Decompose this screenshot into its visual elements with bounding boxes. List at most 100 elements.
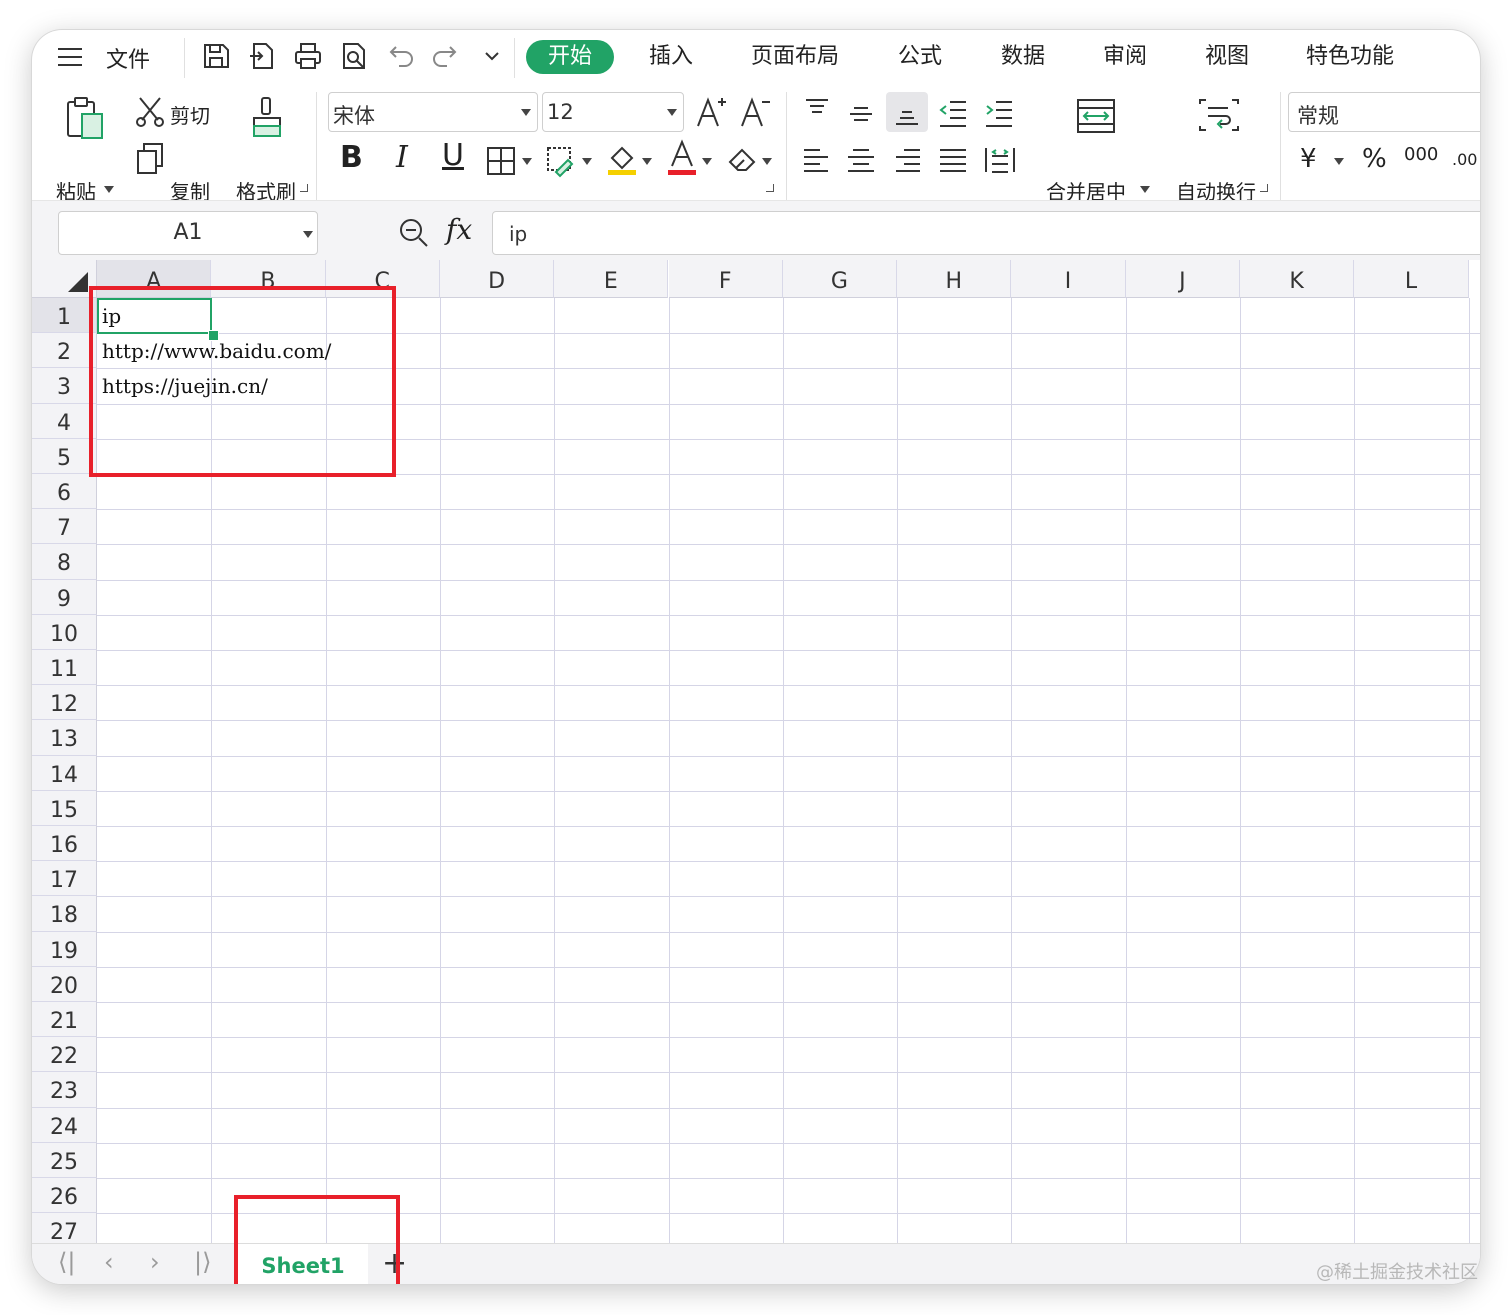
align-left-icon[interactable]	[802, 146, 832, 176]
next-sheet-icon[interactable]: ›	[150, 1248, 160, 1276]
row-header-24[interactable]: 24	[32, 1107, 97, 1143]
row-header-13[interactable]: 13	[32, 720, 97, 756]
font-color-icon[interactable]	[666, 139, 700, 176]
row-header-12[interactable]: 12	[32, 685, 97, 721]
row-header-21[interactable]: 21	[32, 1002, 97, 1038]
format-painter-icon[interactable]	[248, 96, 286, 142]
thousands-separator-button[interactable]: 000	[1404, 144, 1438, 165]
last-sheet-icon[interactable]: |⟩	[194, 1248, 211, 1276]
row-header-11[interactable]: 11	[32, 650, 97, 686]
row-header-15[interactable]: 15	[32, 790, 97, 826]
align-right-icon[interactable]	[892, 146, 922, 176]
hamburger-menu-icon[interactable]	[58, 48, 82, 66]
row-header-8[interactable]: 8	[32, 544, 97, 580]
row-header-3[interactable]: 3	[32, 368, 97, 404]
row-header-19[interactable]: 19	[32, 931, 97, 967]
merge-center-icon[interactable]	[1076, 96, 1118, 136]
borders-icon[interactable]	[486, 146, 518, 176]
number-format-select[interactable]: 常规	[1288, 92, 1480, 132]
row-header-2[interactable]: 2	[32, 333, 97, 369]
align-bottom-button[interactable]	[886, 92, 928, 132]
column-header-k[interactable]: K	[1240, 260, 1355, 298]
underline-button[interactable]: U	[442, 138, 464, 173]
currency-dropdown-icon[interactable]	[1334, 158, 1344, 165]
column-header-g[interactable]: G	[782, 260, 898, 298]
row-header-14[interactable]: 14	[32, 755, 97, 791]
row-header-22[interactable]: 22	[32, 1037, 97, 1073]
tab-data[interactable]: 数据	[1001, 40, 1045, 74]
customize-toolbar-icon[interactable]	[478, 40, 510, 72]
increase-font-size-icon[interactable]	[696, 96, 728, 130]
decrease-indent-icon[interactable]	[938, 98, 968, 128]
row-header-18[interactable]: 18	[32, 896, 97, 932]
clear-format-dropdown-icon[interactable]	[762, 158, 772, 165]
font-color-dropdown-icon[interactable]	[702, 158, 712, 165]
increase-decimal-button[interactable]: .00	[1452, 150, 1477, 169]
name-box[interactable]: A1	[58, 211, 318, 255]
print-icon[interactable]	[292, 40, 324, 72]
row-header-1[interactable]: 1	[32, 298, 97, 334]
prev-sheet-icon[interactable]: ‹	[104, 1248, 114, 1276]
export-icon[interactable]	[246, 40, 278, 72]
italic-button[interactable]: I	[396, 140, 408, 175]
spreadsheet-grid[interactable]: ABCDEFGHIJKL 1 2 3 4 5 6 7 8 9 10 11 12 13 14 15 16 17 18…	[32, 260, 1480, 1250]
row-header-4[interactable]: 4	[32, 403, 97, 439]
increase-indent-icon[interactable]	[984, 98, 1014, 128]
bold-button[interactable]: B	[340, 140, 363, 175]
select-all-button[interactable]	[32, 260, 97, 298]
row-header-17[interactable]: 17	[32, 861, 97, 897]
align-center-icon[interactable]	[846, 146, 876, 176]
function-button[interactable]: fx	[446, 213, 472, 246]
redo-icon[interactable]	[430, 40, 462, 72]
column-header-h[interactable]: H	[897, 260, 1012, 298]
font-name-select[interactable]: 宋体	[328, 92, 538, 132]
row-header-16[interactable]: 16	[32, 826, 97, 862]
copy-icon[interactable]	[134, 142, 166, 176]
justify-icon[interactable]	[938, 146, 968, 176]
tab-home[interactable]: 开始	[526, 40, 615, 74]
row-header-25[interactable]: 25	[32, 1142, 97, 1178]
row-header-10[interactable]: 10	[32, 614, 97, 650]
row-header-5[interactable]: 5	[32, 438, 97, 474]
row-header-6[interactable]: 6	[32, 474, 97, 510]
formula-input[interactable]: ip	[492, 211, 1480, 255]
column-header-j[interactable]: J	[1125, 260, 1240, 298]
file-menu[interactable]: 文件	[106, 42, 150, 74]
column-header-e[interactable]: E	[554, 260, 669, 298]
align-middle-icon[interactable]	[846, 100, 876, 130]
row-header-9[interactable]: 9	[32, 579, 97, 615]
save-icon[interactable]	[200, 40, 232, 72]
paste-dropdown-icon[interactable]	[104, 186, 114, 193]
column-header-l[interactable]: L	[1354, 260, 1469, 298]
decrease-font-size-icon[interactable]	[740, 96, 772, 130]
undo-icon[interactable]	[384, 40, 416, 72]
zoom-search-icon[interactable]	[398, 217, 430, 249]
paste-icon[interactable]	[62, 96, 108, 142]
column-header-f[interactable]: F	[668, 260, 783, 298]
row-header-7[interactable]: 7	[32, 509, 97, 545]
fill-color-dropdown-icon[interactable]	[642, 158, 652, 165]
column-header-i[interactable]: I	[1011, 260, 1126, 298]
borders-dropdown-icon[interactable]	[522, 158, 532, 165]
merge-center-dropdown-icon[interactable]	[1140, 186, 1150, 193]
tab-view[interactable]: 视图	[1205, 40, 1249, 74]
tab-review[interactable]: 审阅	[1103, 40, 1147, 74]
print-preview-icon[interactable]	[338, 40, 370, 72]
fill-color-icon[interactable]	[606, 142, 640, 176]
cell-style-dropdown-icon[interactable]	[582, 158, 592, 165]
tab-page-layout[interactable]: 页面布局	[751, 40, 839, 74]
first-sheet-icon[interactable]: ⟨|	[58, 1248, 75, 1276]
tab-formula[interactable]: 公式	[898, 40, 942, 74]
distributed-align-icon[interactable]	[984, 144, 1016, 176]
row-header-26[interactable]: 26	[32, 1178, 97, 1214]
clear-format-icon[interactable]	[726, 144, 760, 176]
cut-icon[interactable]	[134, 96, 166, 128]
column-header-d[interactable]: D	[439, 260, 555, 298]
font-size-select[interactable]: 12	[542, 92, 684, 132]
align-top-icon[interactable]	[802, 96, 832, 126]
percent-button[interactable]: %	[1362, 144, 1387, 174]
row-header-23[interactable]: 23	[32, 1072, 97, 1108]
cell-style-icon[interactable]	[546, 146, 578, 178]
tab-insert[interactable]: 插入	[649, 40, 693, 74]
wrap-text-icon[interactable]	[1198, 96, 1240, 136]
